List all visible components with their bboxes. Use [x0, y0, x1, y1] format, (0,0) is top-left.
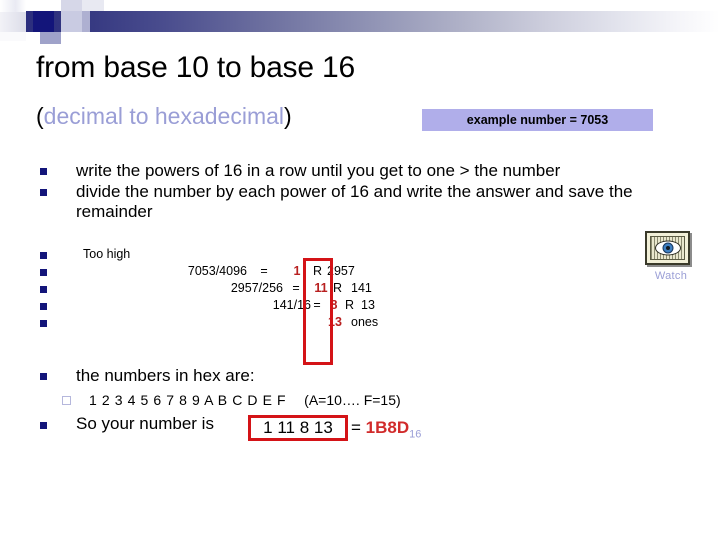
dividend-expression: 141/16 [272, 298, 311, 312]
deco-square-c [61, 0, 82, 11]
square-bullet-icon [40, 168, 47, 175]
page-title: from base 10 to base 16 [36, 51, 355, 84]
eye-watch-icon[interactable] [645, 231, 690, 265]
ones-label: ones [351, 315, 379, 329]
equals-sign: = [351, 418, 361, 437]
instruction-text: divide the number by each power of 16 an… [76, 182, 633, 221]
deco-square-f [40, 32, 61, 44]
list-item: the numbers in hex are: [40, 366, 680, 386]
eye-icon-frame [650, 236, 685, 260]
list-item: 1 2 3 4 5 6 7 8 9 A B C D E F (A=10…. F=1… [62, 392, 702, 408]
list-item: 7053/4096 = 1 R 2957 [40, 264, 440, 281]
deco-square-b [33, 11, 54, 32]
list-item: 13 ones [40, 315, 440, 332]
hex-value: 1B8D [365, 418, 410, 437]
final-hex-result: = 1B8D16 [351, 418, 421, 440]
square-bullet-icon [40, 269, 47, 276]
square-bullet-icon [40, 303, 47, 310]
deco-square-a [0, 0, 26, 12]
division-work-block: Too high 7053/4096 = 1 R 2957 2957/256 = 11 R 14… [40, 247, 440, 332]
hex-digit-sequence: 1 2 3 4 5 6 7 8 9 A B C D E F [89, 392, 287, 408]
deco-square-g [0, 12, 26, 32]
hex-base-subscript: 16 [409, 428, 422, 441]
slide-header-decoration [0, 0, 720, 44]
remainder-value: 141 [351, 281, 372, 295]
hex-digits-note: (A=10…. F=15) [304, 392, 401, 408]
instruction-text: write the powers of 16 in a row until yo… [76, 161, 561, 180]
hex-intro-text: the numbers in hex are: [76, 366, 255, 385]
dividend-expression: 7053/4096 [187, 264, 247, 278]
list-item: divide the number by each power of 16 an… [40, 182, 680, 222]
subtitle-inner-text: decimal to hexadecimal [43, 103, 285, 129]
dividend-expression: 2957/256 [230, 281, 283, 295]
remainder-marker: R [345, 298, 355, 312]
list-item: Too high [40, 247, 440, 264]
subtitle-open-paren: ( [36, 103, 44, 129]
list-item: 2957/256 = 11 R 141 [40, 281, 440, 298]
quotient-highlight-box [303, 258, 333, 365]
too-high-text: Too high [83, 247, 131, 261]
hex-digits-line: 1 2 3 4 5 6 7 8 9 A B C D E F (A=10…. F=1… [89, 392, 401, 408]
square-bullet-icon [40, 189, 47, 196]
square-bullet-icon [40, 373, 47, 380]
division-row: 7053/4096 = 1 R 2957 [69, 264, 409, 278]
example-number-text: example number = 7053 [466, 113, 609, 127]
square-bullet-icon [40, 422, 47, 429]
square-bullet-icon [40, 252, 47, 259]
division-row: 141/16 = 8 R 13 [69, 298, 409, 312]
conclusion-label: So your number is [76, 414, 214, 433]
page-subtitle: (decimal to hexadecimal) [36, 103, 292, 130]
division-row: 2957/256 = 11 R 141 [69, 281, 409, 295]
example-number-badge: example number = 7053 [422, 109, 653, 131]
eye-pupil [665, 246, 670, 250]
list-item: write the powers of 16 in a row until yo… [40, 161, 680, 181]
watch-media-button[interactable]: Watch [645, 231, 697, 282]
too-high-label: Too high [69, 247, 409, 261]
subtitle-close-paren: ) [284, 103, 292, 129]
hollow-square-bullet-icon [62, 396, 71, 405]
remainder-value: 13 [361, 298, 375, 312]
equals-sign: = [260, 264, 268, 278]
remainder-marker: R [333, 281, 343, 295]
square-bullet-icon [40, 286, 47, 293]
division-row: 13 ones [69, 315, 409, 329]
watch-label: Watch [654, 270, 688, 282]
deco-square-d [61, 11, 82, 32]
square-bullet-icon [40, 320, 47, 327]
final-decimal-digits: 1 11 8 13 [263, 418, 333, 437]
deco-square-i [0, 32, 26, 41]
list-item: 141/16 = 8 R 13 [40, 298, 440, 315]
gradient-bar [26, 11, 720, 32]
deco-square-h [82, 11, 90, 32]
deco-square-e [82, 0, 104, 11]
